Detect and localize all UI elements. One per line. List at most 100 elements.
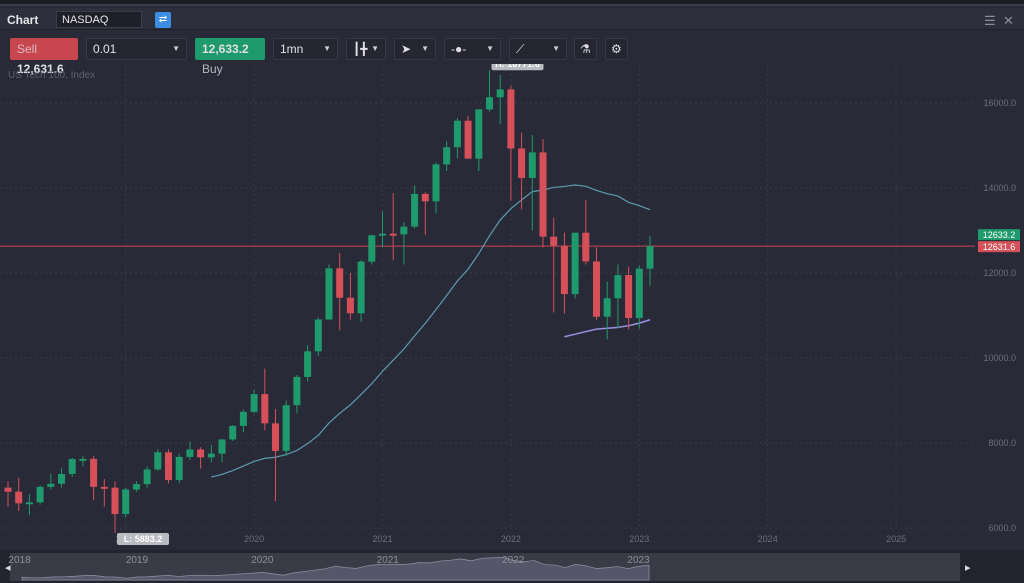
bid-price-tag-text: 12631.6 xyxy=(983,242,1016,252)
candle-body xyxy=(25,502,33,505)
candle-body xyxy=(79,458,87,461)
navigator-left-handle[interactable]: ◂ xyxy=(5,562,11,574)
settings-button[interactable]: ⚙ xyxy=(605,38,628,60)
candle-body xyxy=(443,147,451,165)
candle xyxy=(165,449,172,484)
candle-body xyxy=(464,120,472,159)
candle xyxy=(15,477,23,511)
candle-body xyxy=(293,376,301,406)
candle xyxy=(550,217,558,313)
candle xyxy=(475,109,483,171)
hamburger-icon[interactable]: ☰ xyxy=(984,13,996,29)
candle xyxy=(239,409,247,433)
candle xyxy=(603,281,611,340)
candle xyxy=(143,466,151,488)
candle xyxy=(432,162,440,214)
gear-icon: ⚙ xyxy=(611,42,622,56)
candle-body xyxy=(603,298,611,317)
candle xyxy=(314,317,322,356)
candle-body xyxy=(132,484,140,490)
candle-body xyxy=(346,297,354,314)
candle-body xyxy=(411,193,419,227)
candle-body xyxy=(486,97,493,110)
cursor-icon: ➤ xyxy=(401,42,412,56)
trendline-icon: ⟋ xyxy=(516,42,525,56)
navigator-year-label: 2023 xyxy=(627,555,650,566)
high-label: H: 16771.6 xyxy=(491,64,544,71)
candle-body xyxy=(507,89,515,149)
y-tick-label: 8000.0 xyxy=(988,438,1016,448)
candle-body xyxy=(432,164,440,202)
candle-body xyxy=(646,246,654,269)
x-tick-label: 2024 xyxy=(758,534,778,544)
candle xyxy=(58,468,65,488)
candle-body xyxy=(143,469,151,485)
navigator-year-label: 2022 xyxy=(502,555,525,566)
candle xyxy=(528,134,536,231)
candle xyxy=(571,232,579,299)
candle-body xyxy=(4,487,12,492)
candle-body xyxy=(635,268,643,319)
clock-icon: -●- xyxy=(451,42,467,56)
candle xyxy=(539,139,547,248)
bid-price-tag: 12631.6 xyxy=(978,241,1020,253)
candle-body xyxy=(154,452,162,470)
indicators-button[interactable]: ⚗ xyxy=(574,38,597,60)
candle xyxy=(593,247,600,320)
candle xyxy=(421,192,429,235)
candle xyxy=(218,438,226,463)
chart-type-button[interactable]: ┃╋ ▼ xyxy=(346,38,386,60)
candle-body xyxy=(314,319,322,352)
candle-body xyxy=(239,411,247,426)
timeframe-value: 1mn xyxy=(280,42,304,56)
candle xyxy=(614,264,622,329)
candle-body xyxy=(453,120,461,148)
timeframe-select[interactable]: 1mn ▼ xyxy=(273,38,338,60)
navigator-year-label: 2018 xyxy=(8,555,31,566)
candle-body xyxy=(389,233,397,236)
buy-button[interactable]: 12,633.2 Buy xyxy=(195,38,265,76)
low-label-text: L: 5883.2 xyxy=(124,534,163,544)
candle xyxy=(272,409,279,502)
link-icon[interactable]: ⇄ xyxy=(155,12,171,28)
time-tool-button[interactable]: -●- ▼ xyxy=(444,38,501,60)
candle xyxy=(400,222,408,265)
x-tick-label: 2022 xyxy=(501,534,521,544)
price-chart[interactable]: 6000.0 8000.0 10000.0 12000.0 14000.0 16000.0… xyxy=(0,64,1024,551)
ask-price-tag-text: 12633.2 xyxy=(983,230,1016,240)
window-title: Chart xyxy=(7,13,39,27)
navigator-year-label: 2020 xyxy=(251,555,274,566)
close-icon[interactable]: ✕ xyxy=(1003,13,1014,29)
sell-button[interactable]: Sell 12,631.6 xyxy=(10,38,78,76)
candle-body xyxy=(400,226,408,235)
candle xyxy=(207,445,215,463)
candle-body xyxy=(550,236,558,246)
candle-body xyxy=(218,439,226,454)
candle xyxy=(197,447,205,469)
quantity-value: 0.01 xyxy=(93,42,117,56)
quantity-select[interactable]: 0.01 ▼ xyxy=(86,38,187,60)
candle-body xyxy=(325,268,333,320)
drawing-tool-button[interactable]: ⟋ ▼ xyxy=(509,38,567,60)
x-tick-label: 2023 xyxy=(629,534,649,544)
y-tick-label: 14000.0 xyxy=(983,183,1016,193)
candle-body xyxy=(261,394,269,424)
candle xyxy=(346,273,354,320)
candle-body xyxy=(175,456,183,481)
navigator-right-handle[interactable]: ▸ xyxy=(965,562,971,574)
symbol-input[interactable]: NASDAQ xyxy=(56,11,142,28)
chevron-down-icon: ▼ xyxy=(371,44,379,53)
candle-body xyxy=(186,449,194,457)
high-label-text: H: 16771.6 xyxy=(495,64,540,69)
candle-body xyxy=(304,351,312,377)
navigator[interactable]: 2018 2019 2020 2021 2022 2023 ◂ ▸ xyxy=(0,550,1024,583)
candle xyxy=(36,485,44,505)
candle-body xyxy=(272,423,279,451)
candle-body xyxy=(111,487,119,514)
candle xyxy=(79,455,87,467)
candle-body xyxy=(368,235,376,262)
chevron-down-icon: ▼ xyxy=(552,44,560,53)
candle xyxy=(68,457,76,477)
cursor-button[interactable]: ➤ ▼ xyxy=(394,38,436,60)
candle-body xyxy=(122,489,130,514)
